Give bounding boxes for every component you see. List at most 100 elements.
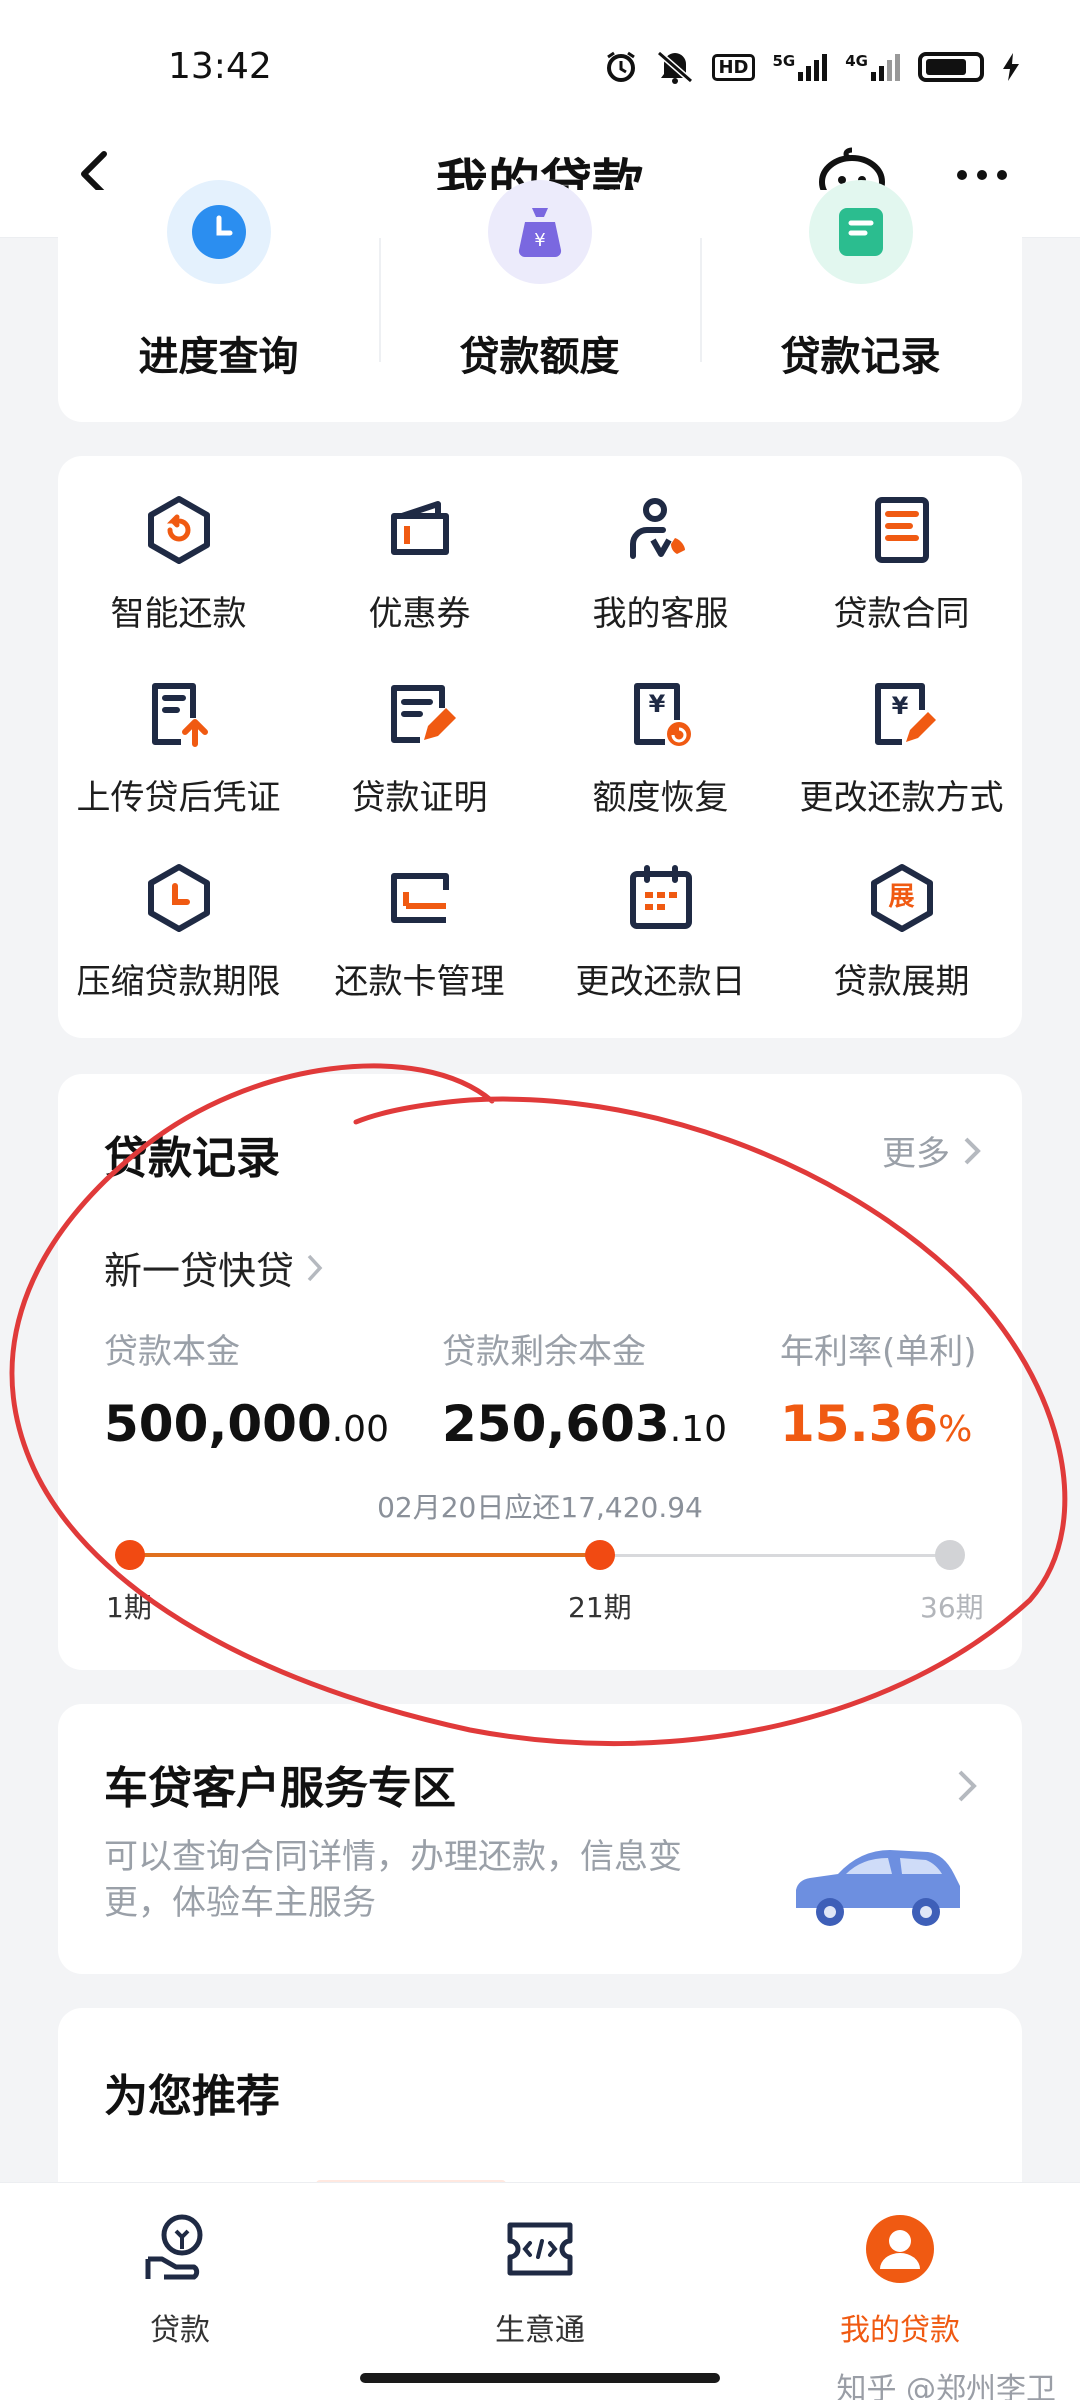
loan-product-link[interactable]: 新一贷快贷 (104, 1240, 324, 1295)
chevron-right-icon (958, 1770, 977, 1802)
signal-4g-icon: 4G (845, 52, 900, 82)
loan-record-title: 贷款记录 (104, 1133, 280, 1184)
service-label: 我的客服 (592, 594, 729, 634)
service-label: 贷款合同 (833, 594, 970, 634)
service-label: 更改还款方式 (799, 778, 1004, 818)
service-upload-voucher[interactable]: 上传贷后凭证 (58, 640, 299, 824)
money-bag-icon: ¥ (487, 180, 592, 284)
user-icon (862, 2211, 938, 2287)
service-contract[interactable]: 贷款合同 (781, 456, 1022, 640)
extension-icon: 展 (866, 862, 938, 934)
service-change-repay-day[interactable]: 更改还款日 (540, 824, 781, 1008)
service-label: 优惠券 (368, 594, 471, 634)
car-loan-card[interactable]: 车贷客户服务专区 可以查询合同详情，办理还款，信息变更，体验车主服务 (58, 1704, 1022, 1974)
compress-term-icon (143, 862, 215, 934)
quick-loan-quota[interactable]: ¥ 贷款额度 (379, 180, 700, 422)
service-change-repay-method[interactable]: ¥ 更改还款方式 (781, 640, 1022, 824)
svg-text:¥: ¥ (534, 230, 545, 251)
progress-dot-first (115, 1540, 145, 1570)
loan-hand-icon (142, 2211, 218, 2287)
service-card-manage[interactable]: 还款卡管理 (299, 824, 540, 1008)
service-loan-extension[interactable]: 展 贷款展期 (781, 824, 1022, 1008)
recommend-title: 为您推荐 (104, 2071, 280, 2122)
service-smart-repay[interactable]: 智能还款 (58, 456, 299, 640)
svg-text:¥: ¥ (648, 690, 665, 718)
service-label: 还款卡管理 (334, 962, 505, 1002)
rate-value: 15.36% (780, 1395, 973, 1453)
more-link[interactable]: 更多 (882, 1126, 982, 1175)
quick-progress-query[interactable]: 进度查询 (58, 180, 379, 422)
status-bar: 13:42 HD 5G 4G (0, 0, 1080, 120)
loan-certificate-icon (384, 678, 456, 750)
extension-badge: 展 (888, 882, 915, 912)
service-label: 压缩贷款期限 (76, 962, 281, 1002)
period-current-label: 21期 (568, 1591, 632, 1624)
car-icon (796, 1850, 960, 1926)
quick-actions-card: 进度查询 ¥ 贷款额度 贷款记录 (58, 180, 1022, 422)
watermark: 知乎 @郑州李卫 (836, 2372, 1056, 2400)
signal-5g-icon: 5G (773, 52, 828, 82)
tab-label: 贷款 (150, 2313, 210, 2348)
customer-service-icon (625, 494, 697, 566)
progress-track-remaining (600, 1554, 960, 1557)
home-indicator[interactable] (360, 2373, 720, 2383)
service-label: 更改还款日 (575, 962, 746, 1002)
remaining-label: 贷款剩余本金 (442, 1332, 646, 1372)
rate-label: 年利率(单利) (780, 1332, 977, 1372)
smart-repay-icon (143, 494, 215, 566)
period-last-label: 36期 (920, 1591, 984, 1624)
service-customer-service[interactable]: 我的客服 (540, 456, 781, 640)
progress-dot-last (935, 1540, 965, 1570)
contract-icon (866, 494, 938, 566)
car-loan-title: 车贷客户服务专区 (104, 1763, 456, 1814)
tab-loan[interactable]: 贷款 (80, 2211, 280, 2361)
clock-icon (166, 180, 271, 284)
service-coupon[interactable]: 优惠券 (299, 456, 540, 640)
service-compress-term[interactable]: 压缩贷款期限 (58, 824, 299, 1008)
rate-block: 年利率(单利) 15.36% (780, 1324, 977, 1453)
chevron-right-icon (964, 1137, 981, 1164)
service-label: 贷款证明 (351, 778, 488, 818)
service-label: 智能还款 (110, 594, 247, 634)
coupon-icon (384, 494, 456, 566)
tab-label: 我的贷款 (840, 2313, 960, 2348)
more-label: 更多 (882, 1134, 950, 1174)
service-quota-restore[interactable]: ¥ 额度恢复 (540, 640, 781, 824)
quick-label: 贷款记录 (780, 334, 941, 380)
ticket-icon (502, 2211, 578, 2287)
car-loan-desc: 可以查询合同详情，办理还款，信息变更，体验车主服务 (104, 1837, 682, 1923)
calendar-icon (625, 862, 697, 934)
status-time: 13:42 (168, 46, 272, 87)
loan-record-card: 贷款记录 更多 新一贷快贷 贷款本金 500,000.00 贷款剩余本金 250… (58, 1074, 1022, 1670)
due-text: 02月20日应还17,420.94 (377, 1491, 703, 1524)
progress-dot-current (585, 1540, 615, 1570)
change-repay-method-icon: ¥ (866, 678, 938, 750)
remaining-block: 贷款剩余本金 250,603.10 (442, 1324, 727, 1453)
principal-label: 贷款本金 (104, 1332, 240, 1372)
quick-loan-record[interactable]: 贷款记录 (700, 180, 1021, 422)
services-grid-card: 智能还款 优惠券 我的客服 贷款合同 上传贷后凭证 贷款证明 ¥ 额度恢复 ¥ … (58, 456, 1022, 1038)
remaining-value: 250,603.10 (442, 1395, 727, 1453)
upload-voucher-icon (143, 678, 215, 750)
tab-business[interactable]: 生意通 (440, 2211, 640, 2361)
principal-value: 500,000.00 (104, 1395, 389, 1453)
mute-icon (656, 50, 694, 84)
principal-block: 贷款本金 500,000.00 (104, 1324, 389, 1453)
battery-icon (918, 52, 984, 82)
service-loan-certificate[interactable]: 贷款证明 (299, 640, 540, 824)
tab-my-loan[interactable]: 我的贷款 (800, 2211, 1000, 2361)
card-manage-icon (384, 862, 456, 934)
hd-icon: HD (712, 53, 755, 81)
svg-text:¥: ¥ (891, 692, 908, 720)
status-icons: HD 5G 4G (604, 50, 1020, 84)
alarm-icon (604, 50, 638, 84)
quick-label: 贷款额度 (459, 334, 620, 380)
tab-label: 生意通 (495, 2313, 585, 2348)
quota-restore-icon: ¥ (625, 678, 697, 750)
service-label: 上传贷后凭证 (76, 778, 281, 818)
chevron-right-icon (307, 1254, 323, 1281)
record-icon (808, 180, 913, 284)
service-label: 额度恢复 (592, 778, 729, 818)
service-label: 贷款展期 (833, 962, 970, 1002)
period-first-label: 1期 (106, 1591, 152, 1624)
